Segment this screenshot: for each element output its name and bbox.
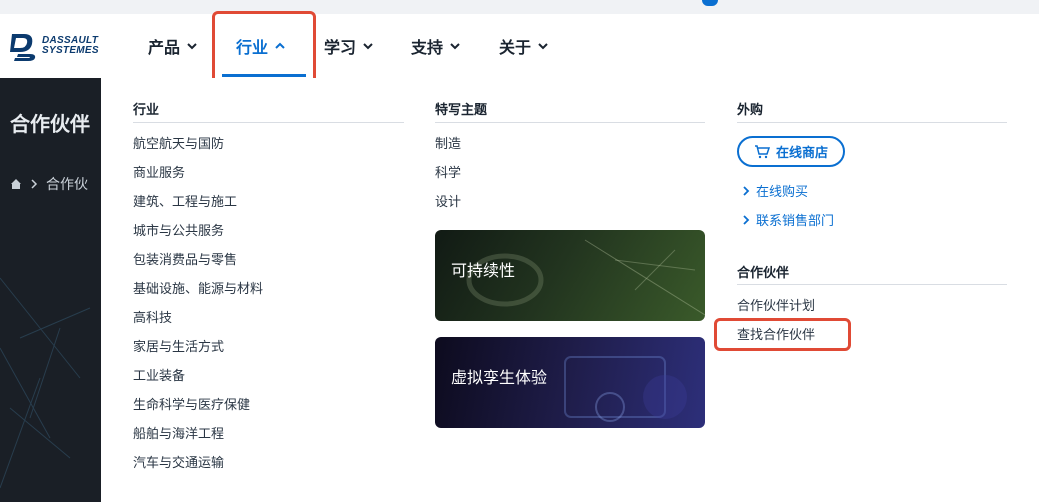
industry-link[interactable]: 汽车与交通运输 [133, 452, 224, 471]
chevron-down-icon [450, 43, 460, 50]
background-page-title: 合作伙伴 [10, 112, 90, 136]
breadcrumb: 合作伙 [10, 174, 88, 194]
featured-link[interactable]: 设计 [435, 191, 461, 210]
network-pattern-graphic [0, 277, 91, 489]
highlight-box-find-partner [714, 318, 851, 351]
link-label: 联系销售部门 [756, 214, 835, 229]
buy-heading: 外购 [737, 103, 764, 118]
buy-online-link[interactable]: 在线购买 [742, 181, 808, 200]
home-icon[interactable] [10, 178, 22, 190]
chevron-right-icon [31, 179, 38, 189]
nav-item-label: 支持 [411, 38, 444, 57]
featured-link[interactable]: 制造 [435, 133, 461, 152]
chevron-down-icon [538, 43, 548, 50]
industry-link[interactable]: 高科技 [133, 307, 172, 326]
divider [737, 122, 1007, 123]
nav-item-label: 关于 [499, 38, 532, 57]
partners-heading: 合作伙伴 [737, 266, 790, 281]
logo-wordmark: DASSAULT SYSTEMES [42, 35, 99, 56]
industry-link[interactable]: 航空航天与国防 [133, 133, 224, 152]
divider [133, 122, 404, 123]
divider [435, 122, 705, 123]
industry-link[interactable]: 工业装备 [133, 365, 185, 384]
industries-heading: 行业 [133, 103, 160, 118]
ds-logo-icon [10, 34, 36, 61]
card-title: 可持续性 [451, 261, 516, 280]
featured-heading: 特写主题 [435, 103, 488, 118]
card-title: 虚拟孪生体验 [451, 368, 548, 387]
nav-item-about[interactable]: 关于 [499, 36, 549, 57]
globe-icon[interactable] [702, 0, 718, 6]
nav-item-label: 学习 [324, 38, 357, 57]
online-store-button[interactable]: 在线商店 [737, 136, 845, 167]
nav-item-support[interactable]: 支持 [411, 36, 461, 57]
chevron-right-icon [743, 185, 750, 196]
industry-link[interactable]: 生命科学与医疗保健 [133, 394, 250, 413]
partner-program-link[interactable]: 合作伙伴计划 [737, 295, 815, 314]
chevron-down-icon [187, 43, 197, 50]
industry-link[interactable]: 家居与生活方式 [133, 336, 224, 355]
breadcrumb-current: 合作伙 [46, 177, 88, 193]
chevron-right-icon [743, 214, 750, 225]
divider [737, 284, 1007, 285]
industry-link[interactable]: 建筑、工程与施工 [133, 191, 237, 210]
virtual-twin-card[interactable]: 虚拟孪生体验 [435, 337, 705, 428]
background-page-hero: 合作伙伴 合作伙 [0, 78, 101, 502]
link-label: 在线购买 [756, 185, 809, 200]
nav-item-label: 产品 [148, 38, 181, 57]
industry-link[interactable]: 商业服务 [133, 162, 185, 181]
sustainability-card[interactable]: 可持续性 [435, 230, 705, 321]
nav-item-products[interactable]: 产品 [148, 36, 198, 57]
nav-item-learning[interactable]: 学习 [324, 36, 374, 57]
online-store-label: 在线商店 [775, 146, 828, 161]
industry-link[interactable]: 基础设施、能源与材料 [133, 278, 263, 297]
cart-icon [754, 144, 770, 158]
featured-link[interactable]: 科学 [435, 162, 461, 181]
industry-link[interactable]: 城市与公共服务 [133, 220, 224, 239]
industry-link[interactable]: 船舶与海洋工程 [133, 423, 224, 442]
contact-sales-link[interactable]: 联系销售部门 [742, 210, 834, 229]
industry-link[interactable]: 包装消费品与零售 [133, 249, 237, 268]
chevron-down-icon [363, 43, 373, 50]
main-navbar: DASSAULT SYSTEMES 产品 行业 学习 支持 关于 [0, 14, 1039, 78]
dassault-logo[interactable]: DASSAULT SYSTEMES [8, 28, 118, 64]
top-utility-bar [0, 0, 1039, 14]
